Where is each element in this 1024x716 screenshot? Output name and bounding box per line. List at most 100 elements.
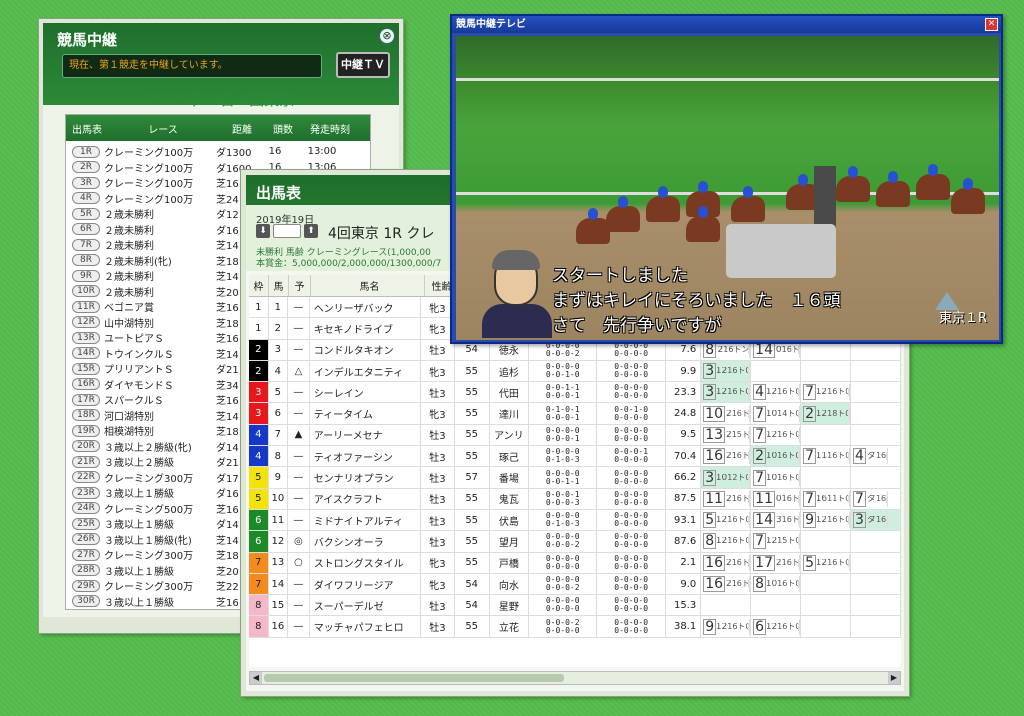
race-number-button[interactable]: 17R (72, 393, 100, 406)
horse-row[interactable]: 8 16 — マッチャパフェヒロ 牡3 55 立花 0-0-0-2 0-0-0-… (249, 616, 901, 638)
race-number-button[interactable]: 18R (72, 409, 100, 422)
race-number-button[interactable]: 12R (72, 316, 100, 329)
horse-name[interactable]: ティータイム (310, 403, 422, 424)
prediction-mark[interactable]: — (288, 446, 310, 467)
horse-row[interactable]: 3 5 — シーレイン 牡3 55 代田 0-0-1-1 0-0-0-1 0-0… (249, 382, 901, 404)
horse-name[interactable]: アーリーメセナ (310, 424, 422, 446)
race-select-box[interactable] (273, 224, 301, 238)
down-arrow-icon[interactable]: ⬇ (256, 224, 270, 238)
race-number-button[interactable]: 19R (72, 424, 100, 437)
prediction-mark[interactable]: — (288, 339, 310, 360)
prediction-mark[interactable]: △ (288, 360, 310, 382)
horse-name[interactable]: ストロングスタイル (310, 552, 422, 573)
race-number-button[interactable]: 16R (72, 378, 100, 391)
race-number-button[interactable]: 29R (72, 579, 100, 592)
race-number-button[interactable]: 10R (72, 285, 100, 298)
race-number-button[interactable]: 4R (72, 192, 100, 205)
horse-row[interactable]: 6 11 — ミドナイトアルティ 牡3 55 伏島 0-0-0-0 0-1-0-… (249, 509, 901, 532)
past-race: 9芝1216ト0人 (801, 509, 852, 531)
race-number-button[interactable]: 6R (72, 223, 100, 236)
horse-name[interactable]: マッチャパフェヒロ (310, 616, 422, 637)
horse-name[interactable]: シーレイン (310, 382, 422, 403)
record-2: 0-0-0-0 0-0-0-0 (597, 595, 666, 616)
horse-row[interactable]: 7 13 ○ ストロングスタイル 牝3 55 戸橋 0-0-0-0 0-0-0-… (249, 552, 901, 574)
prediction-mark[interactable]: — (288, 467, 310, 488)
prediction-mark[interactable]: ◎ (288, 531, 310, 552)
prediction-mark[interactable]: ○ (288, 552, 310, 573)
up-arrow-icon[interactable]: ⬆ (304, 224, 318, 238)
horse-list: 1 1 — ヘンリーザバック 牝3 1 2 — キセキノドライブ 牝3 2 3 … (249, 297, 901, 638)
prediction-mark[interactable]: ▲ (288, 424, 310, 446)
record-1: 0-0-0-0 0-0-1-1 (529, 467, 598, 488)
prediction-mark[interactable]: — (288, 573, 310, 595)
race-number-button[interactable]: 21R (72, 455, 100, 468)
horse-name[interactable]: インデルエタニティ (310, 360, 422, 382)
close-icon[interactable]: ⊗ (379, 28, 395, 44)
race-number-button[interactable]: 1R (72, 145, 100, 158)
past-rank: 3 (703, 363, 717, 380)
horse-row[interactable]: 3 6 — ティータイム 牝3 55 達川 0-1-0-1 0-0-0-1 0-… (249, 403, 901, 425)
horse-row[interactable]: 7 14 — ダイワフリージア 牝3 54 向水 0-0-0-0 0-0-0-2… (249, 573, 901, 596)
race-number-button[interactable]: 13R (72, 331, 100, 344)
horse-name[interactable]: コンドルタキオン (310, 339, 422, 360)
prediction-mark[interactable]: — (288, 595, 310, 616)
race-number-button[interactable]: 15R (72, 362, 100, 375)
past-detail: 16ト0人 (727, 516, 748, 525)
race-number-button[interactable]: 2R (72, 161, 100, 174)
race-number-button[interactable]: 23R (72, 486, 100, 499)
horse-row[interactable]: 5 10 — アイスクラフト 牡3 55 鬼瓦 0-0-0-1 0-0-0-3 … (249, 488, 901, 510)
race-number-button[interactable]: 22R (72, 471, 100, 484)
relay-tv-button[interactable]: 中継ＴＶ (336, 52, 390, 78)
horse-name[interactable]: センナリオプラン (310, 467, 422, 488)
horse-name[interactable]: バクシンオーラ (310, 531, 422, 552)
race-row[interactable]: 1R クレーミング100万 ダ1300 16 13:00 (66, 144, 370, 160)
horse-row[interactable]: 2 4 △ インデルエタニティ 牝3 55 追杉 0-0-0-0 0-0-1-0… (249, 360, 901, 383)
past-rank: 11 (753, 490, 775, 507)
race-number-button[interactable]: 8R (72, 254, 100, 267)
sex-age: 牡3 (421, 531, 455, 552)
close-icon[interactable]: ✕ (985, 18, 998, 31)
horse-row[interactable]: 5 9 — センナリオプラン 牡3 57 番場 0-0-0-0 0-0-1-1 … (249, 467, 901, 489)
horse-name[interactable]: ヘンリーザバック (310, 297, 422, 318)
scroll-left-icon[interactable]: ◀ (250, 672, 262, 684)
race-number-button[interactable]: 3R (72, 176, 100, 189)
prediction-mark[interactable]: — (288, 616, 310, 637)
horse-name[interactable]: スーパーデルゼ (310, 595, 422, 616)
past-race: 17芝1216ト0人 (751, 552, 802, 573)
race-number-button[interactable]: 11R (72, 300, 100, 313)
race-number-button[interactable]: 26R (72, 533, 100, 546)
col-distance: 距離 (232, 124, 252, 136)
prediction-mark[interactable]: — (288, 509, 310, 531)
race-number-button[interactable]: 7R (72, 238, 100, 251)
scroll-right-icon[interactable]: ▶ (888, 672, 900, 684)
horse-row[interactable]: 4 7 ▲ アーリーメセナ 牡3 55 アンリ 0-0-0-0 0-0-0-1 … (249, 424, 901, 447)
prediction-mark[interactable]: — (288, 382, 310, 403)
race-number-button[interactable]: 24R (72, 502, 100, 515)
prediction-mark[interactable]: — (288, 318, 310, 339)
race-number-button[interactable]: 5R (72, 207, 100, 220)
horse-row[interactable]: 8 15 — スーパーデルゼ 牡3 54 星野 0-0-0-0 0-0-0-0 … (249, 595, 901, 617)
scroll-thumb[interactable] (264, 674, 564, 682)
race-number-button[interactable]: 9R (72, 269, 100, 282)
prediction-mark[interactable]: — (288, 403, 310, 424)
race-number-button[interactable]: 27R (72, 548, 100, 561)
race-number-button[interactable]: 20R (72, 440, 100, 453)
horse-name[interactable]: アイスクラフト (310, 488, 422, 509)
horse-row[interactable]: 6 12 ◎ バクシンオーラ 牡3 55 望月 0-0-0-0 0-0-0-2 … (249, 531, 901, 553)
past-rank: 16 (703, 554, 726, 571)
race-number-button[interactable]: 25R (72, 517, 100, 530)
horse-name[interactable]: ミドナイトアルティ (310, 509, 422, 531)
prediction-mark[interactable]: — (288, 297, 310, 318)
race-name: ダイヤモンドＳ (104, 380, 174, 392)
jockey: 番場 (490, 467, 529, 488)
horizontal-scrollbar[interactable]: ◀ ▶ (249, 671, 901, 685)
prediction-mark[interactable]: — (288, 488, 310, 509)
horse-name[interactable]: ティオファーシン (310, 446, 422, 467)
horse-row[interactable]: 4 8 — ティオファーシン 牡3 55 琢己 0-0-0-0 0-1-0-3 … (249, 446, 901, 468)
race-number-button[interactable]: 30R (72, 595, 100, 608)
horse-name[interactable]: ダイワフリージア (310, 573, 422, 595)
race-number-button[interactable]: 14R (72, 347, 100, 360)
horse-name[interactable]: キセキノドライブ (310, 318, 422, 339)
race-number-button[interactable]: 28R (72, 564, 100, 577)
status-message: 現在、第１競走を中継しています。 (62, 54, 322, 78)
